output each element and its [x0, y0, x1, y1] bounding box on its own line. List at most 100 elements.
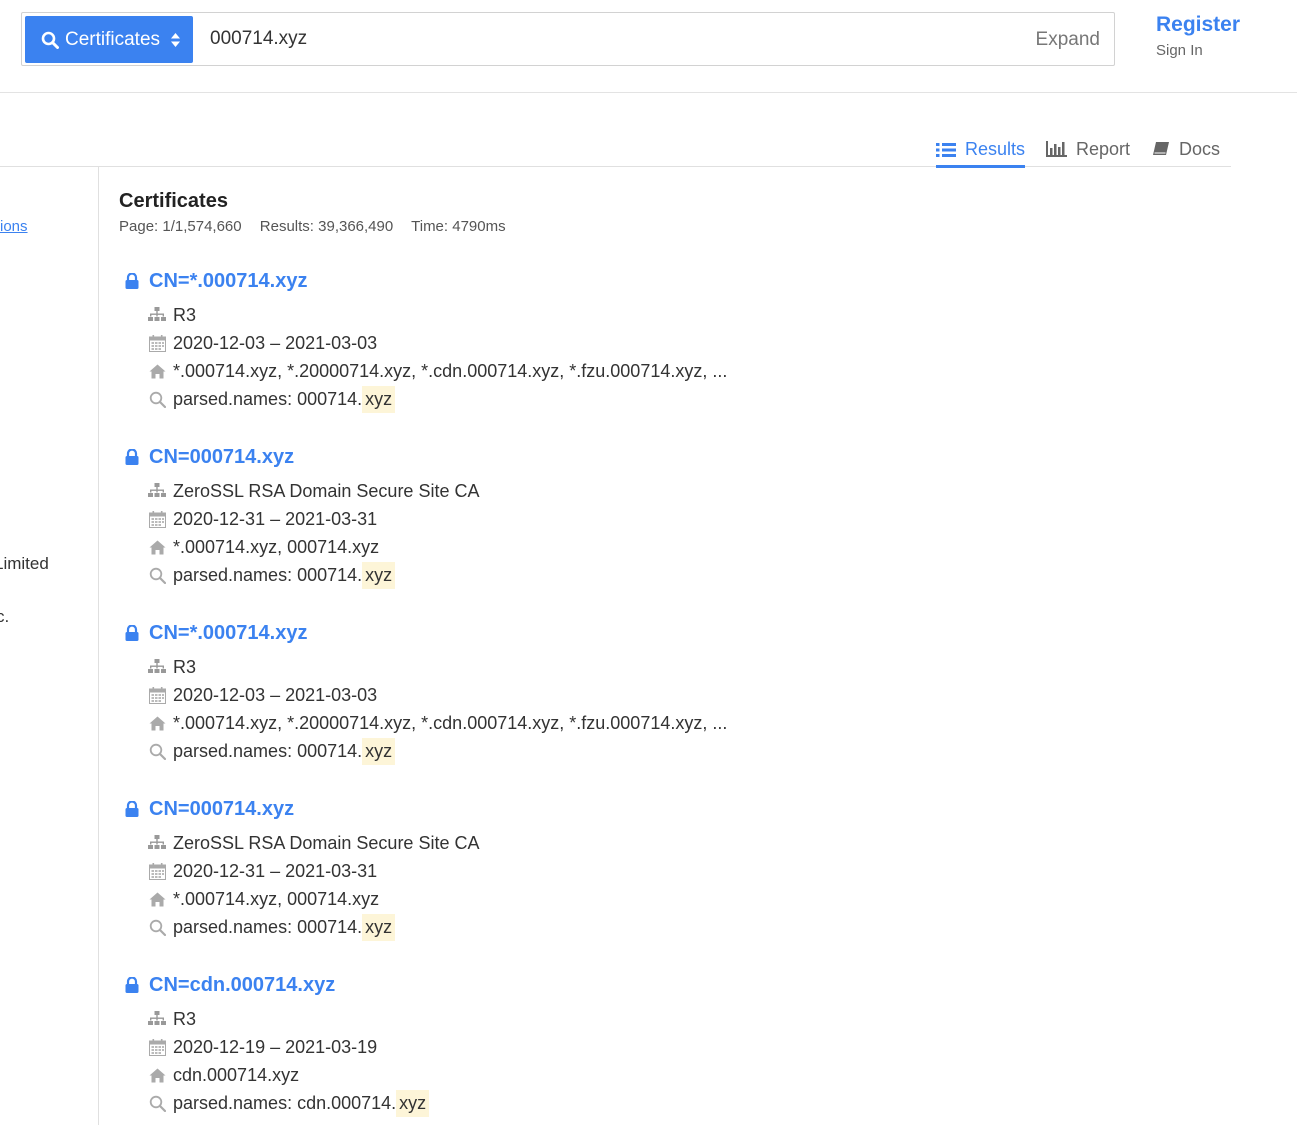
result-item: CN=cdn.000714.xyz R3 2020-12-19 – 2021-0…: [120, 972, 430, 1117]
search-scope-button[interactable]: Certificates: [25, 16, 193, 63]
validity-row: 2020-12-19 – 2021-03-19: [148, 1033, 429, 1061]
register-link[interactable]: Register: [1156, 13, 1240, 37]
lock-icon: [125, 977, 139, 993]
match-row: parsed.names: 000714. xyz: [148, 737, 727, 765]
lock-icon: [125, 273, 139, 289]
lock-icon: [125, 449, 139, 465]
tab-docs-label: Docs: [1179, 138, 1221, 159]
lock-icon: [125, 801, 139, 817]
subject-names: *.000714.xyz, *.20000714.xyz, *.cdn.0007…: [173, 360, 728, 381]
page-title: Certificates: [119, 190, 228, 212]
match-field: parsed.names: 000714.: [173, 388, 363, 409]
book-icon: [1153, 142, 1169, 155]
bar-chart-icon: [1046, 141, 1067, 157]
validity-dates: 2020-12-03 – 2021-03-03: [173, 332, 378, 353]
names-row: *.000714.xyz, 000714.xyz: [148, 533, 479, 561]
calendar-icon: [148, 686, 166, 704]
sitemap-icon: [148, 658, 166, 676]
calendar-icon: [148, 1038, 166, 1056]
filter-sidebar: ions Limited c. .: [0, 167, 99, 1125]
tab-report[interactable]: Report: [1046, 134, 1130, 164]
lock-icon: [125, 625, 139, 641]
tab-results-label: Results: [965, 139, 1026, 159]
certificate-cn[interactable]: CN=000714.xyz: [149, 798, 294, 821]
validity-dates: 2020-12-31 – 2021-03-31: [173, 860, 378, 881]
list-icon: [936, 142, 956, 157]
certificate-title[interactable]: CN=*.000714.xyz: [120, 620, 727, 646]
view-tabs: Results Report Docs: [0, 130, 1231, 168]
subject-names: *.000714.xyz, *.20000714.xyz, *.cdn.0007…: [173, 712, 728, 733]
validity-row: 2020-12-31 – 2021-03-31: [148, 505, 479, 533]
validity-row: 2020-12-31 – 2021-03-31: [148, 857, 479, 885]
sidebar-text-fragment[interactable]: Limited: [0, 554, 49, 574]
names-row: *.000714.xyz, *.20000714.xyz, *.cdn.0007…: [148, 357, 727, 385]
issuer-name: R3: [173, 1008, 197, 1029]
validity-row: 2020-12-03 – 2021-03-03: [148, 329, 727, 357]
page-count: Page: 1/1,574,660: [119, 218, 242, 235]
calendar-icon: [148, 862, 166, 880]
match-field: parsed.names: 000714.: [173, 740, 363, 761]
home-icon: [148, 714, 166, 732]
sidebar-text-fragment[interactable]: .: [0, 633, 1, 653]
expand-button[interactable]: Expand: [1036, 29, 1100, 51]
match-field: parsed.names: 000714.: [173, 916, 363, 937]
result-item: CN=*.000714.xyz R3 2020-12-03 – 2021-03-…: [120, 620, 727, 765]
match-row: parsed.names: 000714. xyz: [148, 385, 727, 413]
certificate-title[interactable]: CN=cdn.000714.xyz: [120, 972, 429, 998]
issuer-row: R3: [148, 301, 727, 329]
sitemap-icon: [148, 1010, 166, 1028]
query-time: Time: 4790ms: [411, 218, 506, 235]
search-input[interactable]: [208, 27, 912, 51]
certificate-cn[interactable]: CN=cdn.000714.xyz: [149, 974, 335, 997]
match-highlight: xyz: [362, 561, 396, 589]
subject-names: cdn.000714.xyz: [173, 1064, 300, 1085]
sign-in-link[interactable]: Sign In: [1156, 42, 1203, 59]
result-item: CN=*.000714.xyz R3 2020-12-03 – 2021-03-…: [120, 268, 727, 413]
issuer-row: R3: [148, 1005, 429, 1033]
issuer-name: R3: [173, 656, 197, 677]
match-row: parsed.names: cdn.000714. xyz: [148, 1089, 430, 1117]
home-icon: [148, 1066, 166, 1084]
sitemap-icon: [148, 834, 166, 852]
calendar-icon: [148, 510, 166, 528]
issuer-name: ZeroSSL RSA Domain Secure Site CA: [173, 832, 480, 853]
issuer-name: R3: [173, 304, 197, 325]
subject-names: *.000714.xyz, 000714.xyz: [173, 536, 380, 557]
certificate-title[interactable]: CN=*.000714.xyz: [120, 268, 727, 294]
match-highlight: xyz: [396, 1089, 430, 1117]
subject-names: *.000714.xyz, 000714.xyz: [173, 888, 380, 909]
search-icon: [148, 566, 166, 584]
certificate-cn[interactable]: CN=000714.xyz: [149, 446, 294, 469]
tab-report-label: Report: [1076, 138, 1131, 159]
sidebar-text-fragment[interactable]: c.: [0, 607, 9, 627]
match-row: parsed.names: 000714. xyz: [148, 913, 479, 941]
issuer-row: ZeroSSL RSA Domain Secure Site CA: [148, 477, 479, 505]
issuer-row: ZeroSSL RSA Domain Secure Site CA: [148, 829, 479, 857]
names-row: *.000714.xyz, 000714.xyz: [148, 885, 479, 913]
tab-results[interactable]: Results: [936, 134, 1026, 168]
match-field: parsed.names: cdn.000714.: [173, 1092, 397, 1113]
home-icon: [148, 538, 166, 556]
top-bar: Certificates Expand Register Sign In: [0, 0, 1297, 93]
result-count: Results: 39,366,490: [259, 218, 394, 235]
validity-dates: 2020-12-19 – 2021-03-19: [173, 1036, 378, 1057]
search-icon: [148, 1094, 166, 1112]
tab-docs[interactable]: Docs: [1152, 134, 1220, 164]
match-highlight: xyz: [362, 737, 396, 765]
names-row: *.000714.xyz, *.20000714.xyz, *.cdn.0007…: [148, 709, 727, 737]
sort-icon: [171, 32, 181, 47]
match-highlight: xyz: [362, 385, 396, 413]
certificate-title[interactable]: CN=000714.xyz: [120, 444, 479, 470]
certificate-cn[interactable]: CN=*.000714.xyz: [149, 270, 307, 293]
match-field: parsed.names: 000714.: [173, 564, 363, 585]
certificate-title[interactable]: CN=000714.xyz: [120, 796, 479, 822]
results-panel: Certificates Page: 1/1,574,660 Results: …: [119, 188, 1219, 235]
sitemap-icon: [148, 482, 166, 500]
sidebar-link-fragment[interactable]: ions: [0, 218, 28, 235]
certificate-cn[interactable]: CN=*.000714.xyz: [149, 622, 307, 645]
validity-dates: 2020-12-03 – 2021-03-03: [173, 684, 378, 705]
result-item: CN=000714.xyz ZeroSSL RSA Domain Secure …: [120, 444, 479, 589]
search-icon: [148, 742, 166, 760]
names-row: cdn.000714.xyz: [148, 1061, 429, 1089]
sitemap-icon: [148, 306, 166, 324]
